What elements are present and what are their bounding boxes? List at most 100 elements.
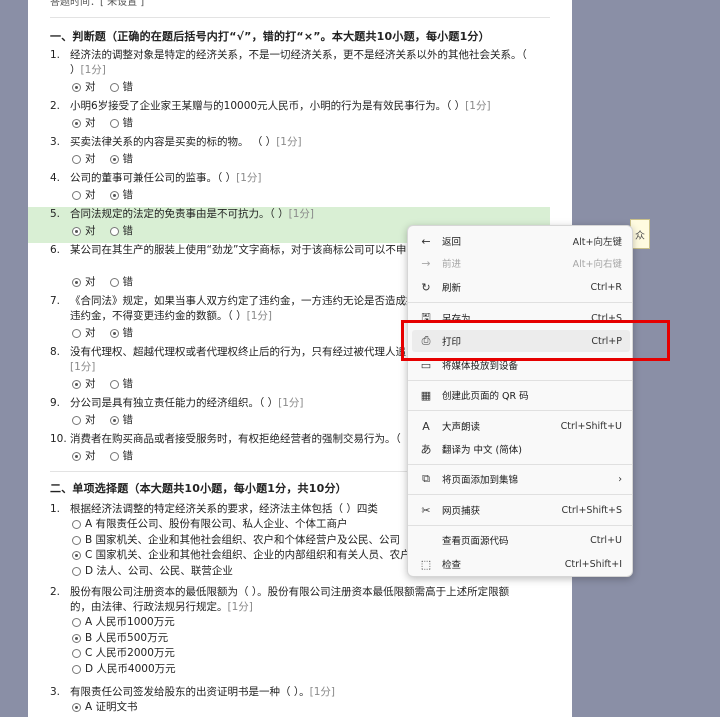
menu-item-back[interactable]: ← 返回 Alt+向左键 — [412, 230, 630, 252]
option-true[interactable]: 对 — [72, 150, 96, 168]
option-false[interactable]: 错 — [109, 78, 133, 96]
read-aloud-icon: A — [422, 419, 430, 433]
back-arrow-icon: ← — [421, 234, 431, 248]
radio[interactable] — [72, 328, 81, 338]
option-c[interactable]: C 人民币2000万元 — [72, 646, 550, 662]
radio[interactable] — [72, 649, 81, 659]
radio[interactable] — [109, 277, 119, 287]
menu-item-refresh[interactable]: ↻ 刷新 Ctrl+R — [412, 276, 630, 298]
option-b[interactable]: B 人民币500万元 — [72, 631, 550, 647]
question-score: [1分] — [236, 172, 262, 184]
menu-item-print[interactable]: ⎙ 打印 Ctrl+P — [412, 330, 630, 352]
refresh-icon: ↻ — [421, 280, 431, 294]
option-d[interactable]: D 人民币4000万元 — [72, 662, 550, 678]
question-text: 某公司在其生产的服装上使用“劲龙”文字商标，对于该商标公司可以不申 — [70, 244, 407, 256]
menu-item-add-to-collections[interactable]: ⧉ 将页面添加到集锦 › — [412, 468, 630, 490]
radio[interactable] — [72, 415, 81, 425]
tf-question-1: 1. 经济法的调整对象是特定的经济关系，不是一切经济关系，更不是经济关系以外的其… — [50, 49, 527, 76]
tf-options-2: 对 错 — [50, 114, 550, 132]
menu-item-inspect[interactable]: ⬚ 检查 Ctrl+Shift+I — [412, 553, 630, 575]
question-score: [1分] — [465, 100, 491, 112]
menu-separator — [408, 464, 632, 465]
question-text: 经济法的调整对象是特定的经济关系，不是一切经济关系，更不是经济关系以外的其他社会… — [70, 49, 527, 61]
radio[interactable] — [72, 535, 81, 545]
menu-item-save-as[interactable]: 🖫 另存为 Ctrl+S — [412, 307, 630, 329]
option-false[interactable]: 错 — [109, 375, 133, 393]
option-false[interactable]: 错 — [109, 222, 133, 240]
tooltip-fragment: 众 — [630, 219, 650, 249]
save-icon: 🖫 — [421, 310, 431, 324]
radio[interactable] — [72, 520, 81, 530]
question-score: [1分] — [288, 208, 314, 220]
menu-item-read-aloud[interactable]: A 大声朗读 Ctrl+Shift+U — [412, 415, 630, 437]
menu-item-view-source[interactable]: 查看页面源代码 Ctrl+U — [412, 529, 630, 551]
menu-item-web-capture[interactable]: ✂ 网页捕获 Ctrl+Shift+S — [412, 499, 630, 521]
radio-selected[interactable] — [72, 118, 81, 128]
question-text: 买卖法律关系的内容是买卖的标的物。 （ ） — [70, 136, 277, 148]
tf-question-2: 2. 小明6岁接受了企业家王某赠与的10000元人民币，小明的行为是有效民事行为… — [50, 100, 491, 112]
option-true[interactable]: 对 — [72, 273, 96, 291]
menu-item-forward[interactable]: → 前进 Alt+向右键 — [412, 252, 630, 274]
radio-selected[interactable] — [72, 82, 81, 92]
printer-icon: ⎙ — [421, 334, 431, 347]
radio[interactable] — [72, 618, 81, 628]
option-false[interactable]: 错 — [109, 324, 133, 342]
radio-selected[interactable] — [72, 379, 81, 389]
radio-selected[interactable] — [72, 633, 81, 643]
radio-selected[interactable] — [72, 277, 81, 287]
option-true[interactable]: 对 — [72, 447, 96, 465]
menu-separator — [408, 525, 632, 526]
option-true[interactable]: 对 — [72, 186, 96, 204]
option-true[interactable]: 对 — [72, 114, 96, 132]
menu-separator — [408, 410, 632, 411]
menu-item-translate[interactable]: あ 翻译为 中文 (简体) — [412, 438, 630, 460]
option-false[interactable]: 错 — [109, 273, 133, 291]
option-true[interactable]: 对 — [72, 375, 96, 393]
radio-selected[interactable] — [109, 154, 119, 164]
radio-selected[interactable] — [72, 451, 81, 461]
question-text: 根据经济法调整的特定经济关系的要求，经济法主体包括（ ）四类 — [70, 503, 378, 515]
tf-question-4: 4. 公司的董事可兼任公司的监事。（ ）[1分] — [50, 172, 262, 184]
radio[interactable] — [72, 154, 81, 164]
inspect-icon: ⬚ — [420, 557, 432, 571]
divider — [50, 17, 550, 18]
tf-options-1: 对 错 — [50, 78, 550, 96]
option-true[interactable]: 对 — [72, 78, 96, 96]
option-false[interactable]: 错 — [109, 186, 133, 204]
radio[interactable] — [109, 451, 119, 461]
radio-selected[interactable] — [72, 551, 81, 561]
option-false[interactable]: 错 — [109, 150, 133, 168]
question-score: [1分] — [246, 310, 272, 322]
radio-selected[interactable] — [109, 328, 119, 338]
option-false[interactable]: 错 — [109, 114, 133, 132]
question-text: 公司的董事可兼任公司的监事。（ ） — [70, 172, 237, 184]
option-false[interactable]: 错 — [109, 411, 133, 429]
radio[interactable] — [109, 82, 119, 92]
radio[interactable] — [72, 664, 81, 674]
radio-selected[interactable] — [72, 226, 81, 236]
option-true[interactable]: 对 — [72, 222, 96, 240]
radio-selected[interactable] — [72, 703, 81, 713]
option-a[interactable]: A 人民币1000万元 — [72, 615, 550, 631]
option-a[interactable]: A 证明文书 — [72, 700, 550, 716]
menu-item-qr-code[interactable]: ▦ 创建此页面的 QR 码 — [412, 384, 630, 406]
radio[interactable] — [72, 190, 81, 200]
radio[interactable] — [109, 226, 119, 236]
radio[interactable] — [109, 379, 119, 389]
question-text: 没有代理权、超越代理权或者代理权终止后的行为，只有经过被代理人追 — [70, 346, 406, 358]
section1-title: 一、判断题（正确的在题后括号内打“√”，错的打“×”。本大题共10小题，每小题1… — [50, 30, 490, 43]
tf-options-4: 对 错 — [50, 186, 550, 204]
cast-icon: ▭ — [420, 358, 432, 372]
forward-arrow-icon: → — [421, 256, 431, 270]
option-true[interactable]: 对 — [72, 324, 96, 342]
menu-separator — [408, 494, 632, 495]
tf-question-5: 5. 合同法规定的法定的免责事由是不可抗力。（ ）[1分] — [50, 208, 314, 220]
menu-item-cast[interactable]: ▭ 将媒体投放到设备 — [412, 354, 630, 376]
question-text: 消费者在购买商品或者接受服务时，有权拒绝经营者的强制交易行为。（ — [70, 433, 401, 445]
option-false[interactable]: 错 — [109, 447, 133, 465]
radio-selected[interactable] — [109, 190, 119, 200]
option-true[interactable]: 对 — [72, 411, 96, 429]
radio[interactable] — [72, 566, 81, 576]
radio[interactable] — [109, 118, 119, 128]
radio-selected[interactable] — [109, 415, 119, 425]
